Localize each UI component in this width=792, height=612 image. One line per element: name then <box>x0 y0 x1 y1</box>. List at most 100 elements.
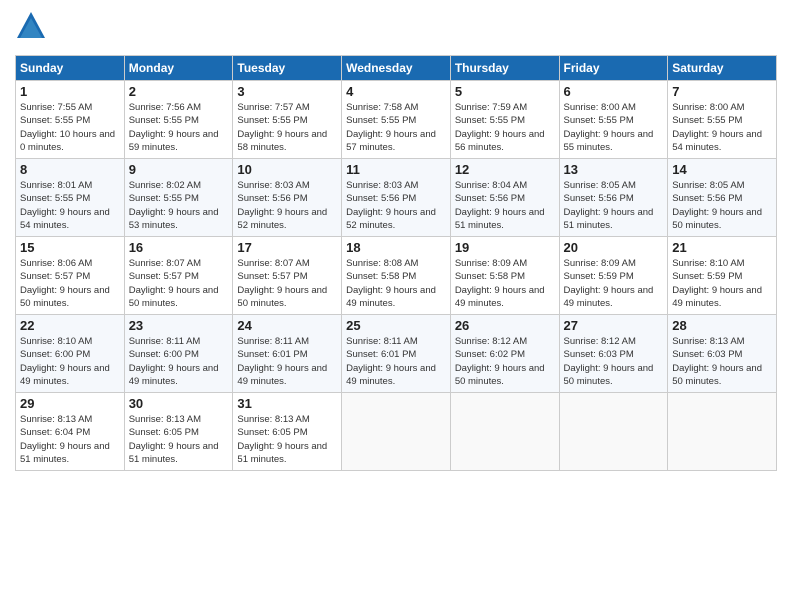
day-info: Sunrise: 7:59 AMSunset: 5:55 PMDaylight:… <box>455 102 545 153</box>
day-cell: 18 Sunrise: 8:08 AMSunset: 5:58 PMDaylig… <box>342 237 451 315</box>
day-info: Sunrise: 8:01 AMSunset: 5:55 PMDaylight:… <box>20 180 110 231</box>
week-row-4: 22 Sunrise: 8:10 AMSunset: 6:00 PMDaylig… <box>16 315 777 393</box>
day-cell: 11 Sunrise: 8:03 AMSunset: 5:56 PMDaylig… <box>342 159 451 237</box>
day-cell: 9 Sunrise: 8:02 AMSunset: 5:55 PMDayligh… <box>124 159 233 237</box>
day-info: Sunrise: 8:07 AMSunset: 5:57 PMDaylight:… <box>237 258 327 309</box>
day-cell: 2 Sunrise: 7:56 AMSunset: 5:55 PMDayligh… <box>124 81 233 159</box>
day-cell: 14 Sunrise: 8:05 AMSunset: 5:56 PMDaylig… <box>668 159 777 237</box>
day-cell: 30 Sunrise: 8:13 AMSunset: 6:05 PMDaylig… <box>124 393 233 471</box>
day-cell: 13 Sunrise: 8:05 AMSunset: 5:56 PMDaylig… <box>559 159 668 237</box>
day-number: 3 <box>237 84 337 99</box>
day-number: 20 <box>564 240 664 255</box>
day-info: Sunrise: 8:00 AMSunset: 5:55 PMDaylight:… <box>672 102 762 153</box>
day-info: Sunrise: 7:57 AMSunset: 5:55 PMDaylight:… <box>237 102 327 153</box>
day-info: Sunrise: 8:09 AMSunset: 5:59 PMDaylight:… <box>564 258 654 309</box>
day-cell <box>668 393 777 471</box>
week-row-3: 15 Sunrise: 8:06 AMSunset: 5:57 PMDaylig… <box>16 237 777 315</box>
day-cell: 21 Sunrise: 8:10 AMSunset: 5:59 PMDaylig… <box>668 237 777 315</box>
day-number: 18 <box>346 240 446 255</box>
day-number: 1 <box>20 84 120 99</box>
day-number: 17 <box>237 240 337 255</box>
day-number: 14 <box>672 162 772 177</box>
day-number: 2 <box>129 84 229 99</box>
day-cell: 8 Sunrise: 8:01 AMSunset: 5:55 PMDayligh… <box>16 159 125 237</box>
day-info: Sunrise: 7:55 AMSunset: 5:55 PMDaylight:… <box>20 102 115 153</box>
day-number: 4 <box>346 84 446 99</box>
logo <box>15 10 51 47</box>
day-number: 21 <box>672 240 772 255</box>
day-info: Sunrise: 8:13 AMSunset: 6:05 PMDaylight:… <box>237 414 327 465</box>
day-info: Sunrise: 8:05 AMSunset: 5:56 PMDaylight:… <box>564 180 654 231</box>
day-cell: 28 Sunrise: 8:13 AMSunset: 6:03 PMDaylig… <box>668 315 777 393</box>
day-number: 27 <box>564 318 664 333</box>
header <box>15 10 777 47</box>
calendar-body: 1 Sunrise: 7:55 AMSunset: 5:55 PMDayligh… <box>16 81 777 471</box>
day-number: 15 <box>20 240 120 255</box>
day-cell: 20 Sunrise: 8:09 AMSunset: 5:59 PMDaylig… <box>559 237 668 315</box>
header-cell-monday: Monday <box>124 56 233 81</box>
day-number: 22 <box>20 318 120 333</box>
day-number: 12 <box>455 162 555 177</box>
day-number: 25 <box>346 318 446 333</box>
day-info: Sunrise: 7:56 AMSunset: 5:55 PMDaylight:… <box>129 102 219 153</box>
day-cell: 12 Sunrise: 8:04 AMSunset: 5:56 PMDaylig… <box>450 159 559 237</box>
day-cell: 7 Sunrise: 8:00 AMSunset: 5:55 PMDayligh… <box>668 81 777 159</box>
day-cell <box>342 393 451 471</box>
header-cell-sunday: Sunday <box>16 56 125 81</box>
day-info: Sunrise: 7:58 AMSunset: 5:55 PMDaylight:… <box>346 102 436 153</box>
calendar-header: SundayMondayTuesdayWednesdayThursdayFrid… <box>16 56 777 81</box>
week-row-5: 29 Sunrise: 8:13 AMSunset: 6:04 PMDaylig… <box>16 393 777 471</box>
day-info: Sunrise: 8:12 AMSunset: 6:03 PMDaylight:… <box>564 336 654 387</box>
day-info: Sunrise: 8:13 AMSunset: 6:04 PMDaylight:… <box>20 414 110 465</box>
day-cell: 29 Sunrise: 8:13 AMSunset: 6:04 PMDaylig… <box>16 393 125 471</box>
day-info: Sunrise: 8:06 AMSunset: 5:57 PMDaylight:… <box>20 258 110 309</box>
day-number: 31 <box>237 396 337 411</box>
day-number: 5 <box>455 84 555 99</box>
day-info: Sunrise: 8:10 AMSunset: 5:59 PMDaylight:… <box>672 258 762 309</box>
day-info: Sunrise: 8:12 AMSunset: 6:02 PMDaylight:… <box>455 336 545 387</box>
week-row-2: 8 Sunrise: 8:01 AMSunset: 5:55 PMDayligh… <box>16 159 777 237</box>
day-number: 13 <box>564 162 664 177</box>
day-info: Sunrise: 8:08 AMSunset: 5:58 PMDaylight:… <box>346 258 436 309</box>
day-cell: 27 Sunrise: 8:12 AMSunset: 6:03 PMDaylig… <box>559 315 668 393</box>
day-info: Sunrise: 8:11 AMSunset: 6:01 PMDaylight:… <box>237 336 327 387</box>
logo-icon <box>15 10 47 42</box>
day-number: 11 <box>346 162 446 177</box>
day-cell: 23 Sunrise: 8:11 AMSunset: 6:00 PMDaylig… <box>124 315 233 393</box>
day-cell: 24 Sunrise: 8:11 AMSunset: 6:01 PMDaylig… <box>233 315 342 393</box>
header-cell-thursday: Thursday <box>450 56 559 81</box>
day-number: 19 <box>455 240 555 255</box>
day-number: 30 <box>129 396 229 411</box>
day-info: Sunrise: 8:13 AMSunset: 6:05 PMDaylight:… <box>129 414 219 465</box>
day-cell: 6 Sunrise: 8:00 AMSunset: 5:55 PMDayligh… <box>559 81 668 159</box>
day-info: Sunrise: 8:11 AMSunset: 6:00 PMDaylight:… <box>129 336 219 387</box>
day-number: 10 <box>237 162 337 177</box>
day-info: Sunrise: 8:11 AMSunset: 6:01 PMDaylight:… <box>346 336 436 387</box>
calendar-container: SundayMondayTuesdayWednesdayThursdayFrid… <box>0 0 792 481</box>
day-info: Sunrise: 8:09 AMSunset: 5:58 PMDaylight:… <box>455 258 545 309</box>
day-number: 7 <box>672 84 772 99</box>
day-cell: 31 Sunrise: 8:13 AMSunset: 6:05 PMDaylig… <box>233 393 342 471</box>
day-cell: 3 Sunrise: 7:57 AMSunset: 5:55 PMDayligh… <box>233 81 342 159</box>
day-cell: 25 Sunrise: 8:11 AMSunset: 6:01 PMDaylig… <box>342 315 451 393</box>
day-cell: 15 Sunrise: 8:06 AMSunset: 5:57 PMDaylig… <box>16 237 125 315</box>
day-cell: 19 Sunrise: 8:09 AMSunset: 5:58 PMDaylig… <box>450 237 559 315</box>
day-cell <box>450 393 559 471</box>
day-number: 29 <box>20 396 120 411</box>
day-info: Sunrise: 8:04 AMSunset: 5:56 PMDaylight:… <box>455 180 545 231</box>
day-cell: 10 Sunrise: 8:03 AMSunset: 5:56 PMDaylig… <box>233 159 342 237</box>
day-cell: 22 Sunrise: 8:10 AMSunset: 6:00 PMDaylig… <box>16 315 125 393</box>
day-number: 26 <box>455 318 555 333</box>
day-number: 28 <box>672 318 772 333</box>
day-cell: 5 Sunrise: 7:59 AMSunset: 5:55 PMDayligh… <box>450 81 559 159</box>
day-cell <box>559 393 668 471</box>
day-info: Sunrise: 8:03 AMSunset: 5:56 PMDaylight:… <box>237 180 327 231</box>
day-info: Sunrise: 8:10 AMSunset: 6:00 PMDaylight:… <box>20 336 110 387</box>
header-cell-tuesday: Tuesday <box>233 56 342 81</box>
day-cell: 1 Sunrise: 7:55 AMSunset: 5:55 PMDayligh… <box>16 81 125 159</box>
header-cell-saturday: Saturday <box>668 56 777 81</box>
day-cell: 16 Sunrise: 8:07 AMSunset: 5:57 PMDaylig… <box>124 237 233 315</box>
header-cell-friday: Friday <box>559 56 668 81</box>
day-cell: 17 Sunrise: 8:07 AMSunset: 5:57 PMDaylig… <box>233 237 342 315</box>
day-number: 6 <box>564 84 664 99</box>
